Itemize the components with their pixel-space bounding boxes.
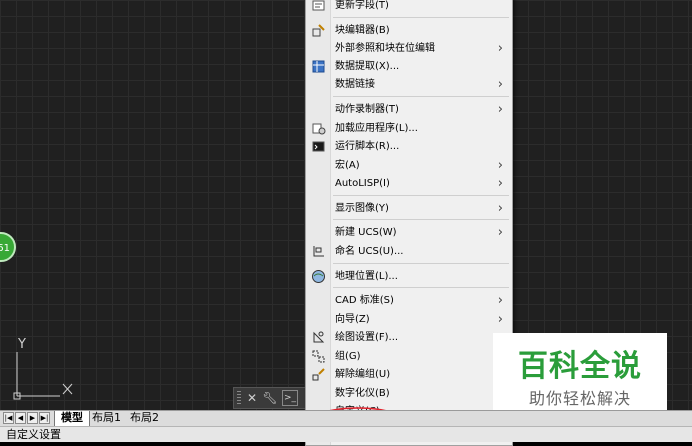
menu-item-label: CAD 标准(S) bbox=[335, 295, 394, 306]
load-application-icon bbox=[312, 123, 326, 135]
drafting-settings-icon bbox=[313, 331, 325, 343]
menu-item[interactable]: 向导(Z) › bbox=[307, 310, 511, 329]
menu-item[interactable]: 外部参照和块在位编辑 › bbox=[307, 39, 511, 58]
menu-separator bbox=[333, 195, 509, 196]
menu-item-label: 加载应用程序(L)... bbox=[335, 123, 418, 134]
tab-layout2[interactable]: 布局2 bbox=[124, 411, 165, 426]
submenu-arrow-icon: › bbox=[497, 225, 503, 240]
next-tab-icon[interactable]: ▶ bbox=[27, 412, 38, 424]
layout-tabs-bar: |◀ ◀ ▶ ▶| 模型 布局1 布局2 bbox=[0, 410, 692, 426]
menu-item[interactable]: 地理位置(L)... bbox=[307, 267, 511, 286]
geographic-location-icon bbox=[312, 270, 325, 283]
menu-item[interactable]: 更新字段(T) bbox=[307, 0, 511, 15]
menu-item[interactable]: 数据提取(X)... bbox=[307, 57, 511, 76]
last-tab-icon[interactable]: ▶| bbox=[39, 412, 50, 424]
command-prompt-icon[interactable]: >_ bbox=[282, 390, 298, 406]
menu-item-label: AutoLISP(I) bbox=[335, 178, 390, 189]
menu-item-label: 更新字段(T) bbox=[335, 0, 389, 11]
menu-item-label: 地理位置(L)... bbox=[335, 271, 398, 282]
ucs-icon: Y bbox=[13, 337, 73, 400]
menu-item[interactable]: 动作录制器(T) › bbox=[307, 100, 511, 119]
menu-item[interactable]: 显示图像(Y) › bbox=[307, 199, 511, 218]
menu-item[interactable]: 数字化仪(B)› bbox=[307, 384, 511, 403]
menu-item-label: 命名 UCS(U)... bbox=[335, 246, 404, 257]
menu-item[interactable]: 命名 UCS(U)... bbox=[307, 242, 511, 261]
menu-item-label: 运行脚本(R)... bbox=[335, 141, 400, 152]
update-field-icon bbox=[312, 0, 325, 11]
menu-item-label: 显示图像(Y) bbox=[335, 203, 389, 214]
menu-item[interactable]: 组(G) bbox=[307, 347, 511, 366]
menu-item-label: 数据提取(X)... bbox=[335, 61, 400, 72]
menu-item-label: 绘图设置(F)... bbox=[335, 332, 399, 343]
menu-item-label: 宏(A) bbox=[335, 160, 360, 171]
submenu-arrow-icon: › bbox=[497, 41, 503, 56]
command-line-toolbar: ✕ 🔧︎ >_ bbox=[233, 387, 313, 409]
named-ucs-icon bbox=[313, 246, 324, 257]
tab-layout1[interactable]: 布局1 bbox=[86, 411, 127, 426]
submenu-arrow-icon: › bbox=[497, 201, 503, 216]
group-icon bbox=[312, 350, 325, 363]
menu-item[interactable]: 块编辑器(B) bbox=[307, 21, 511, 40]
status-text: 自定义设置 bbox=[6, 428, 61, 441]
watermark-logo: 百科全说 助你轻松解决 bbox=[493, 333, 667, 415]
menu-item[interactable]: 宏(A) › bbox=[307, 156, 511, 175]
menu-item-label: 动作录制器(T) bbox=[335, 104, 399, 115]
menu-item[interactable]: 数据链接 › bbox=[307, 75, 511, 94]
menu-separator bbox=[333, 96, 509, 97]
menu-item[interactable]: 加载应用程序(L)... bbox=[307, 119, 511, 138]
menu-item-label: 组(G) bbox=[335, 351, 361, 362]
toolbar-grip-icon[interactable] bbox=[237, 391, 241, 405]
menu-separator bbox=[333, 263, 509, 264]
tools-context-menu: 更新字段(T) 块编辑器(B) 外部参照和块在位编辑 › 数据提取(X)... 数据链接 ›… bbox=[305, 0, 513, 446]
submenu-arrow-icon: › bbox=[497, 102, 503, 117]
ucs-y-label: Y bbox=[17, 337, 26, 352]
submenu-arrow-icon: › bbox=[497, 158, 503, 173]
close-icon[interactable]: ✕ bbox=[244, 390, 260, 406]
menu-item-label: 新建 UCS(W) bbox=[335, 227, 397, 238]
menu-item[interactable]: AutoLISP(I) › bbox=[307, 174, 511, 193]
menu-separator bbox=[333, 287, 509, 288]
menu-separator bbox=[333, 219, 509, 220]
submenu-arrow-icon: › bbox=[497, 176, 503, 191]
customize-wrench-icon[interactable]: 🔧︎ bbox=[262, 390, 278, 406]
watermark-subtitle: 助你轻松解决 bbox=[528, 389, 631, 408]
tab-model[interactable]: 模型 bbox=[54, 411, 90, 426]
first-tab-icon[interactable]: |◀ bbox=[3, 412, 14, 424]
menu-item-label: 数字化仪(B) bbox=[335, 388, 390, 399]
menu-item-label: 外部参照和块在位编辑 bbox=[335, 43, 435, 54]
submenu-arrow-icon: › bbox=[497, 77, 503, 92]
tab-navigation: |◀ ◀ ▶ ▶| bbox=[3, 412, 50, 425]
menu-item[interactable]: CAD 标准(S) › bbox=[307, 291, 511, 310]
ungroup-icon bbox=[312, 368, 325, 381]
menu-item-label: 解除编组(U) bbox=[335, 369, 391, 380]
menu-item-label: 块编辑器(B) bbox=[335, 25, 390, 36]
block-editor-icon bbox=[312, 24, 325, 37]
data-extraction-icon bbox=[312, 60, 325, 73]
menu-separator bbox=[333, 17, 509, 18]
menu-item-label: 向导(Z) bbox=[335, 314, 370, 325]
submenu-arrow-icon: › bbox=[497, 312, 503, 327]
menu-item[interactable]: 绘图设置(F)... bbox=[307, 328, 511, 347]
watermark-title: 百科全说 bbox=[518, 349, 642, 384]
prev-tab-icon[interactable]: ◀ bbox=[15, 412, 26, 424]
menu-item-label: 数据链接 bbox=[335, 79, 375, 90]
menu-item[interactable]: 运行脚本(R)... bbox=[307, 137, 511, 156]
status-bar: 自定义设置 bbox=[0, 426, 692, 442]
run-script-icon bbox=[312, 141, 325, 152]
submenu-arrow-icon: › bbox=[497, 293, 503, 308]
menu-item[interactable]: 新建 UCS(W) › bbox=[307, 223, 511, 242]
menu-item[interactable]: 解除编组(U) bbox=[307, 365, 511, 384]
